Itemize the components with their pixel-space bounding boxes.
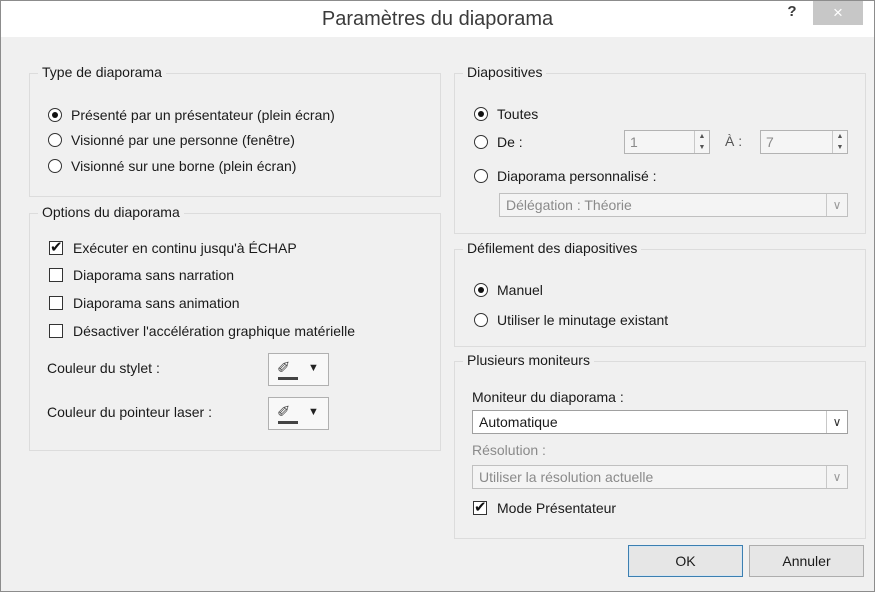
chevron-down-icon[interactable]: ∨ xyxy=(826,194,847,216)
checkbox-label: Mode Présentateur xyxy=(497,500,617,516)
monitor-value: Automatique xyxy=(479,414,558,430)
group-slides-title: Diapositives xyxy=(463,64,547,80)
check-presenter-view[interactable]: Mode Présentateur xyxy=(473,498,616,518)
pen-icon: ✐ xyxy=(277,404,291,421)
pen-icon: ✐ xyxy=(277,360,291,377)
close-button[interactable]: × xyxy=(813,1,863,25)
checkbox-icon[interactable] xyxy=(49,238,63,256)
monitor-label: Moniteur du diaporama : xyxy=(472,389,624,405)
from-slide-value: 1 xyxy=(630,134,638,150)
checkbox-label: Diaporama sans animation xyxy=(73,295,240,311)
title-bar[interactable]: Paramètres du diaporama ? × xyxy=(1,1,874,37)
resolution-value: Utiliser la résolution actuelle xyxy=(479,469,654,485)
radio-label: Utiliser le minutage existant xyxy=(497,312,669,328)
ok-button[interactable]: OK xyxy=(628,545,743,577)
radio-use-timings[interactable]: Utiliser le minutage existant xyxy=(474,310,668,330)
chevron-down-icon: ▼ xyxy=(308,362,319,374)
radio-icon[interactable] xyxy=(474,313,488,327)
radio-advance-manual[interactable]: Manuel xyxy=(474,280,543,300)
radio-label: Visionné par une personne (fenêtre) xyxy=(71,132,295,148)
chevron-down-icon[interactable]: ∨ xyxy=(826,411,847,433)
radio-label: Manuel xyxy=(497,282,543,298)
radio-custom-show[interactable]: Diaporama personnalisé : xyxy=(474,166,657,186)
checkbox-label: Exécuter en continu jusqu'à ÉCHAP xyxy=(73,240,297,256)
from-slide-spinner[interactable]: 1 ▲ ▼ xyxy=(624,130,710,154)
dialog-title: Paramètres du diaporama xyxy=(321,8,554,30)
checkbox-label: Diaporama sans narration xyxy=(73,267,235,283)
spinner-arrows-icon[interactable]: ▲ ▼ xyxy=(694,131,709,153)
check-disable-hw-acceleration[interactable]: Désactiver l'accélération graphique maté… xyxy=(49,321,355,341)
pen-color-button[interactable]: ✐ ▼ xyxy=(268,353,329,386)
radio-icon[interactable] xyxy=(48,159,62,173)
radio-all-slides[interactable]: Toutes xyxy=(474,104,538,124)
radio-icon[interactable] xyxy=(474,135,488,149)
checkbox-icon[interactable] xyxy=(49,268,63,282)
color-swatch xyxy=(278,377,298,380)
laser-color-button[interactable]: ✐ ▼ xyxy=(268,397,329,430)
checkbox-icon[interactable] xyxy=(49,296,63,310)
color-swatch xyxy=(278,421,298,424)
group-monitors-title: Plusieurs moniteurs xyxy=(463,352,594,368)
radio-label: Présenté par un présentateur (plein écra… xyxy=(71,107,335,123)
radio-from-slide[interactable]: De : xyxy=(474,132,523,152)
radio-label: Diaporama personnalisé : xyxy=(497,168,657,184)
checkbox-icon[interactable] xyxy=(473,498,487,516)
radio-icon[interactable] xyxy=(474,107,488,121)
spinner-arrows-icon[interactable]: ▲ ▼ xyxy=(832,131,847,153)
cancel-button[interactable]: Annuler xyxy=(749,545,864,577)
radio-label: Toutes xyxy=(497,106,539,122)
resolution-label: Résolution : xyxy=(472,442,546,458)
to-slide-spinner[interactable]: 7 ▲ ▼ xyxy=(760,130,848,154)
monitor-select[interactable]: Automatique ∨ xyxy=(472,410,848,434)
checkbox-icon[interactable] xyxy=(49,324,63,338)
check-loop-until-esc[interactable]: Exécuter en continu jusqu'à ÉCHAP xyxy=(49,238,297,258)
radio-label: De : xyxy=(497,134,523,150)
check-without-animation[interactable]: Diaporama sans animation xyxy=(49,293,240,313)
radio-presented-by-speaker[interactable]: Présenté par un présentateur (plein écra… xyxy=(48,105,335,125)
radio-browsed-by-individual[interactable]: Visionné par une personne (fenêtre) xyxy=(48,130,295,150)
resolution-select[interactable]: Utiliser la résolution actuelle ∨ xyxy=(472,465,848,489)
laser-color-label: Couleur du pointeur laser : xyxy=(47,404,212,420)
close-icon: × xyxy=(833,3,843,22)
radio-icon[interactable] xyxy=(474,283,488,297)
to-slide-value: 7 xyxy=(766,134,774,150)
radio-label: Visionné sur une borne (plein écran) xyxy=(71,158,297,174)
chevron-down-icon[interactable]: ∨ xyxy=(826,466,847,488)
radio-browsed-at-kiosk[interactable]: Visionné sur une borne (plein écran) xyxy=(48,156,296,176)
dialog-window: Paramètres du diaporama ? × Type de diap… xyxy=(0,0,875,592)
group-advance-title: Défilement des diapositives xyxy=(463,240,642,256)
group-show-type-title: Type de diaporama xyxy=(38,64,166,80)
radio-icon[interactable] xyxy=(48,108,62,122)
radio-icon[interactable] xyxy=(48,133,62,147)
chevron-down-icon: ▼ xyxy=(308,406,319,418)
check-without-narration[interactable]: Diaporama sans narration xyxy=(49,265,234,285)
group-show-options-title: Options du diaporama xyxy=(38,204,184,220)
custom-show-value: Délégation : Théorie xyxy=(506,197,632,213)
help-button[interactable]: ? xyxy=(777,3,807,25)
to-slide-label: À : xyxy=(725,133,743,149)
custom-show-select[interactable]: Délégation : Théorie ∨ xyxy=(499,193,848,217)
pen-color-label: Couleur du stylet : xyxy=(47,360,160,376)
radio-icon[interactable] xyxy=(474,169,488,183)
checkbox-label: Désactiver l'accélération graphique maté… xyxy=(73,323,356,339)
